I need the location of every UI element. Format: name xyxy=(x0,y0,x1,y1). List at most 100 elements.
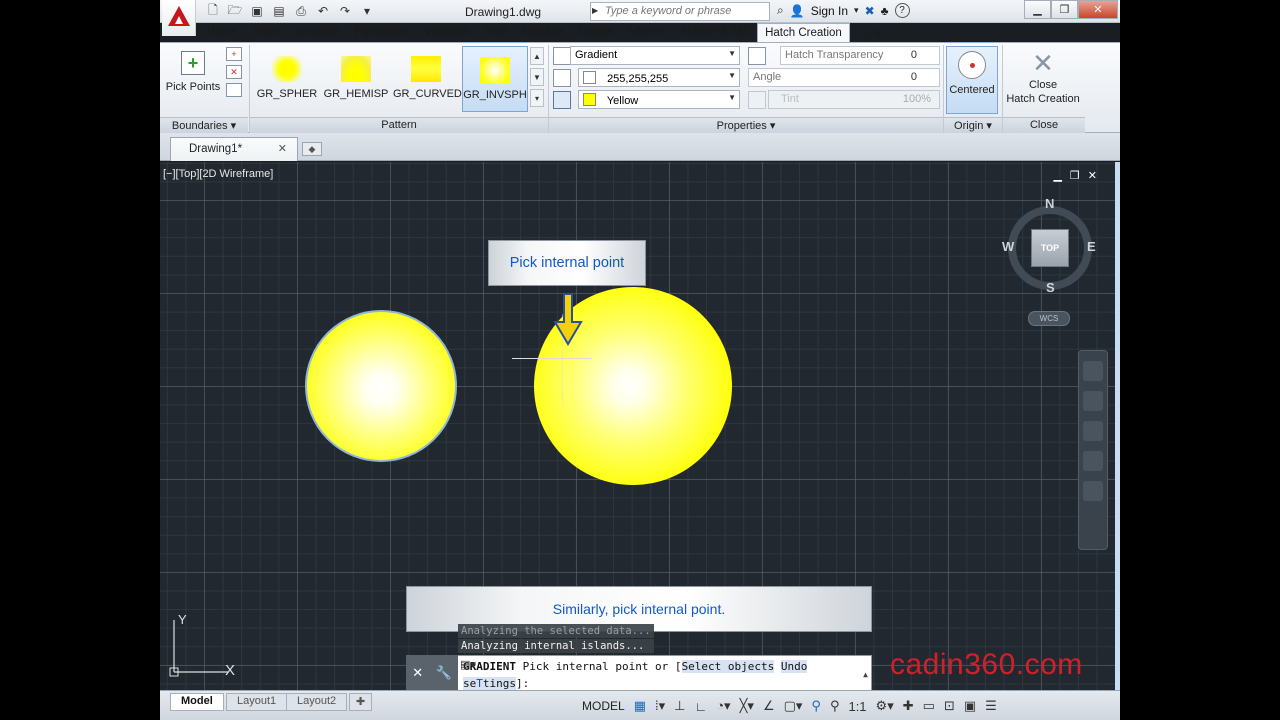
quick-properties-icon[interactable]: ⊡ xyxy=(944,698,955,714)
vertical-scrollbar[interactable] xyxy=(1115,162,1120,690)
drawing-canvas[interactable]: [−][Top][2D Wireframe] ▁ ❐ ✕ Pick intern… xyxy=(160,162,1115,691)
sign-in-dropdown-icon[interactable]: ▾ xyxy=(854,5,859,16)
new-tab-icon[interactable]: ◆ xyxy=(302,142,322,156)
centered-button[interactable]: Centered xyxy=(946,46,998,114)
viewport-close-icon[interactable]: ✕ xyxy=(1088,169,1097,182)
tab-layout1[interactable]: Layout1 xyxy=(226,693,288,711)
viewport-restore-icon[interactable]: ❐ xyxy=(1070,169,1080,182)
pattern-gr-invsph[interactable]: GR_INVSPH xyxy=(462,46,528,112)
pattern-scroll-down-icon[interactable]: ▼ xyxy=(530,68,544,86)
clean-screen-icon[interactable]: ▣ xyxy=(964,698,976,714)
remove-boundary-icon[interactable]: ✕ xyxy=(226,65,242,79)
command-option-undo[interactable]: Undo xyxy=(780,660,808,673)
infer-constraints-icon[interactable]: ⊥ xyxy=(674,698,685,714)
save-as-icon[interactable]: ▤ xyxy=(270,3,288,19)
tab-view[interactable]: View xyxy=(477,23,516,42)
undo-icon[interactable]: ↶ xyxy=(314,3,332,19)
close-command-line-icon[interactable]: ✕ xyxy=(412,665,423,681)
gradient-color2-icon[interactable] xyxy=(553,91,571,109)
binoculars-icon[interactable]: ⌕ xyxy=(777,3,784,18)
open-folder-icon[interactable]: 🗁 xyxy=(226,3,244,19)
minimize-icon[interactable]: ▁ xyxy=(1024,0,1051,19)
command-option-settings[interactable]: seTtings xyxy=(463,677,516,690)
snap-icon[interactable]: ⁞▾ xyxy=(655,698,665,714)
print-icon[interactable]: ⎙ xyxy=(292,3,310,19)
tab-output[interactable]: Output xyxy=(571,23,620,42)
polar-tracking-icon[interactable]: ◔▾ xyxy=(716,698,730,714)
search-input[interactable]: Type a keyword or phrase xyxy=(590,2,770,21)
viewport-minimize-icon[interactable]: ▁ xyxy=(1053,169,1061,182)
a360-icon[interactable]: ♣ xyxy=(881,4,889,18)
tab-model[interactable]: Model xyxy=(170,693,224,711)
panel-title-boundaries[interactable]: Boundaries ▾ xyxy=(160,117,248,133)
object-snap-tracking-icon[interactable]: ∠ xyxy=(763,698,775,714)
close-window-icon[interactable]: ✕ xyxy=(1078,0,1118,19)
tab-annotate[interactable]: Annotate xyxy=(287,23,347,42)
zoom-icon[interactable] xyxy=(1083,421,1103,441)
pick-points-button[interactable]: + Pick Points xyxy=(164,47,222,113)
customize-wrench-icon[interactable]: 🔧 xyxy=(436,665,452,681)
tab-manage[interactable]: Manage xyxy=(516,23,572,42)
sign-in-button[interactable]: Sign In xyxy=(811,4,848,18)
workspace-gear-icon[interactable]: ⚙▾ xyxy=(876,698,894,714)
pattern-gr-spher[interactable]: GR_SPHER xyxy=(254,46,320,112)
tab-home[interactable]: Home xyxy=(200,23,245,42)
save-icon[interactable]: ▣ xyxy=(248,3,266,19)
annotation-monitor-icon[interactable]: ✚ xyxy=(903,698,914,714)
close-tab-icon[interactable]: ✕ xyxy=(278,142,287,155)
compass-south[interactable]: S xyxy=(1046,280,1055,295)
pan-icon[interactable] xyxy=(1083,391,1103,411)
pattern-gr-curved[interactable]: GR_CURVED xyxy=(393,46,462,112)
annotation-visibility-icon[interactable]: ⚲ xyxy=(811,698,821,714)
compass-north[interactable]: N xyxy=(1045,196,1054,211)
viewcube-top-face[interactable]: TOP xyxy=(1031,229,1069,267)
ribbon-options-icon[interactable]: ▭▾ xyxy=(858,23,889,42)
exchange-icon[interactable]: ✖ xyxy=(865,4,875,18)
recreate-boundary-icon[interactable] xyxy=(226,83,242,97)
transparency-icon[interactable] xyxy=(748,47,766,65)
units-icon[interactable]: ▭ xyxy=(923,698,935,714)
application-menu-button[interactable] xyxy=(162,0,196,36)
auto-scale-icon[interactable]: ⚲ xyxy=(830,698,840,714)
search-expand-icon[interactable]: ▶ xyxy=(592,6,598,15)
panel-title-origin[interactable]: Origin ▾ xyxy=(944,117,1002,133)
restore-icon[interactable]: ❐ xyxy=(1051,0,1078,19)
isodraft-icon[interactable]: ╳▾ xyxy=(740,698,754,714)
compass-east[interactable]: E xyxy=(1087,239,1096,254)
gradient-color1-select[interactable]: 255,255,255 ▼ xyxy=(578,68,740,87)
command-history-expand-icon[interactable]: ▲ xyxy=(863,666,868,683)
new-file-icon[interactable]: 🗋 xyxy=(204,3,222,19)
command-option-select-objects[interactable]: Select objects xyxy=(681,660,775,673)
redo-icon[interactable]: ↷ xyxy=(336,3,354,19)
tab-hatch-creation[interactable]: Hatch Creation xyxy=(757,23,850,42)
hatch-transparency-field[interactable]: Hatch Transparency 0 xyxy=(780,46,940,65)
panel-title-properties[interactable]: Properties ▾ xyxy=(549,117,943,133)
steering-wheel-icon[interactable] xyxy=(1083,361,1103,381)
viewport-controls[interactable]: [−][Top][2D Wireframe] xyxy=(163,168,273,180)
ortho-icon[interactable]: ∟ xyxy=(694,699,707,714)
orbit-icon[interactable] xyxy=(1083,451,1103,471)
pattern-scroll-up-icon[interactable]: ▲ xyxy=(530,47,544,65)
tab-insert[interactable]: Insert xyxy=(245,23,288,42)
object-snap-icon[interactable]: ▢▾ xyxy=(784,698,803,714)
tab-add-ins[interactable]: Add-ins xyxy=(620,23,673,42)
tab-visualize[interactable]: Visualize xyxy=(417,23,477,42)
doc-tab-drawing1[interactable]: Drawing1* ✕ xyxy=(170,137,298,161)
showmotion-icon[interactable] xyxy=(1083,481,1103,501)
hatched-circle-left[interactable] xyxy=(305,310,457,462)
new-layout-icon[interactable]: ✚ xyxy=(349,693,373,711)
angle-field[interactable]: Angle 0 xyxy=(748,68,940,87)
pattern-gr-hemisp[interactable]: GR_HEMISP xyxy=(323,46,389,112)
user-icon[interactable]: 👤 xyxy=(790,4,805,18)
annotation-scale-button[interactable]: 1:1 xyxy=(848,699,866,714)
grid-icon[interactable]: ▦ xyxy=(634,698,646,714)
gradient-color2-select[interactable]: Yellow ▼ xyxy=(578,90,740,109)
customize-status-icon[interactable]: ☰ xyxy=(985,698,997,714)
pattern-expand-icon[interactable]: ▾ xyxy=(530,89,544,107)
tab-parametric[interactable]: Parametric xyxy=(348,23,418,42)
select-boundary-icon[interactable]: + xyxy=(226,47,242,61)
model-space-button[interactable]: MODEL xyxy=(582,699,625,713)
close-hatch-creation-button[interactable]: ✕ Close Hatch Creation xyxy=(1006,46,1080,114)
wcs-menu[interactable]: WCS xyxy=(1028,311,1070,326)
tab-layout2[interactable]: Layout2 xyxy=(286,693,348,711)
